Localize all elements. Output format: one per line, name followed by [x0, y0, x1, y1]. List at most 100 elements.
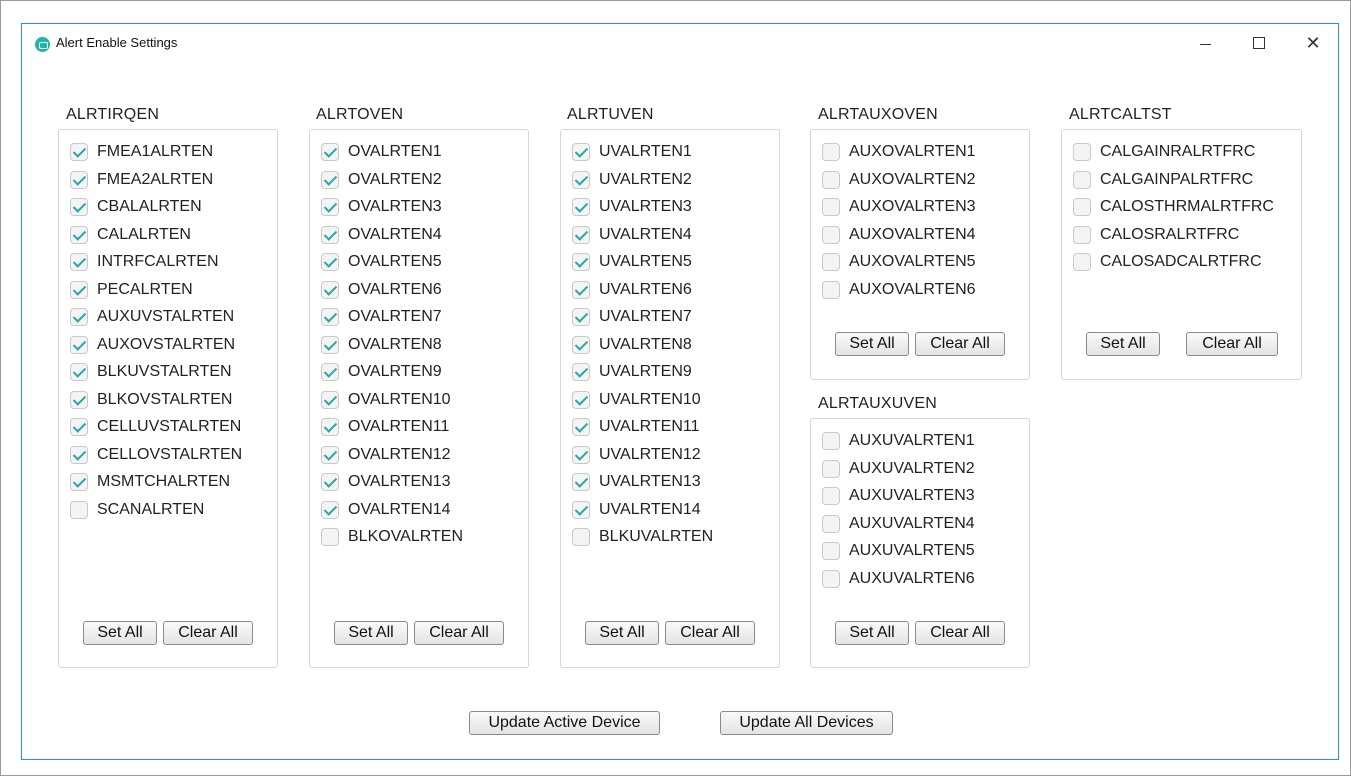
checkbox-item[interactable]: CALOSADCALRTFRC: [1073, 252, 1262, 272]
checkbox-checked-icon[interactable]: [572, 170, 590, 189]
checkbox-checked-icon[interactable]: [572, 335, 590, 354]
checkbox-checked-icon[interactable]: [70, 225, 88, 244]
checkbox-item[interactable]: OVALRTEN10: [321, 390, 451, 410]
checkbox-checked-icon[interactable]: [321, 335, 339, 354]
checkbox-item[interactable]: UVALRTEN9: [572, 362, 692, 382]
checkbox-checked-icon[interactable]: [70, 198, 88, 216]
maximize-button[interactable]: [1236, 24, 1282, 62]
close-button[interactable]: ✕: [1290, 24, 1336, 62]
checkbox-item[interactable]: AUXOVALRTEN4: [822, 225, 976, 245]
checkbox-item[interactable]: AUXUVALRTEN5: [822, 541, 975, 561]
checkbox-checked-icon[interactable]: [572, 445, 590, 464]
checkbox-item[interactable]: CBALALRTEN: [70, 197, 202, 217]
alrtauxuven-set-all-button[interactable]: Set All: [835, 621, 909, 645]
checkbox-checked-icon[interactable]: [572, 253, 590, 271]
alrtcaltst-clear-all-button[interactable]: Clear All: [1186, 332, 1278, 356]
checkbox-item[interactable]: AUXOVALRTEN5: [822, 252, 976, 272]
checkbox-item[interactable]: UVALRTEN6: [572, 280, 692, 300]
checkbox-checked-icon[interactable]: [70, 335, 88, 354]
checkbox-unchecked-icon[interactable]: [1073, 225, 1091, 244]
checkbox-item[interactable]: AUXUVALRTEN4: [822, 514, 975, 534]
checkbox-item[interactable]: AUXOVALRTEN2: [822, 170, 976, 190]
alrtoven-clear-all-button[interactable]: Clear All: [414, 621, 504, 645]
checkbox-checked-icon[interactable]: [321, 473, 339, 491]
checkbox-checked-icon[interactable]: [70, 170, 88, 189]
alrtauxuven-clear-all-button[interactable]: Clear All: [915, 621, 1005, 645]
checkbox-item[interactable]: UVALRTEN11: [572, 417, 699, 437]
checkbox-unchecked-icon[interactable]: [1073, 253, 1091, 271]
checkbox-item[interactable]: UVALRTEN8: [572, 335, 692, 355]
alrtuven-set-all-button[interactable]: Set All: [585, 621, 659, 645]
checkbox-item[interactable]: OVALRTEN12: [321, 445, 451, 465]
checkbox-unchecked-icon[interactable]: [822, 143, 840, 161]
checkbox-unchecked-icon[interactable]: [822, 280, 840, 299]
checkbox-checked-icon[interactable]: [321, 225, 339, 244]
checkbox-item[interactable]: BLKUVALRTEN: [572, 527, 713, 547]
checkbox-checked-icon[interactable]: [321, 280, 339, 299]
minimize-button[interactable]: [1182, 24, 1228, 62]
checkbox-checked-icon[interactable]: [572, 198, 590, 216]
checkbox-item[interactable]: CALOSRALRTFRC: [1073, 225, 1239, 245]
alrtirqen-clear-all-button[interactable]: Clear All: [163, 621, 253, 645]
checkbox-item[interactable]: BLKOVSTALRTEN: [70, 390, 232, 410]
checkbox-checked-icon[interactable]: [321, 445, 339, 464]
checkbox-checked-icon[interactable]: [70, 308, 88, 326]
checkbox-checked-icon[interactable]: [70, 253, 88, 271]
checkbox-item[interactable]: UVALRTEN12: [572, 445, 701, 465]
alrtauxoven-clear-all-button[interactable]: Clear All: [915, 332, 1005, 356]
checkbox-item[interactable]: AUXUVALRTEN6: [822, 569, 975, 589]
update-active-device-button[interactable]: Update Active Device: [469, 711, 660, 735]
checkbox-item[interactable]: UVALRTEN1: [572, 142, 692, 162]
checkbox-item[interactable]: OVALRTEN11: [321, 417, 449, 437]
checkbox-checked-icon[interactable]: [321, 390, 339, 409]
checkbox-item[interactable]: OVALRTEN2: [321, 170, 442, 190]
checkbox-checked-icon[interactable]: [572, 363, 590, 381]
checkbox-checked-icon[interactable]: [70, 143, 88, 161]
checkbox-item[interactable]: UVALRTEN13: [572, 472, 701, 492]
checkbox-item[interactable]: PECALRTEN: [70, 280, 193, 300]
checkbox-item[interactable]: OVALRTEN14: [321, 500, 451, 520]
checkbox-checked-icon[interactable]: [572, 473, 590, 491]
checkbox-checked-icon[interactable]: [70, 280, 88, 299]
checkbox-item[interactable]: CALOSTHRMALRTFRC: [1073, 197, 1274, 217]
checkbox-item[interactable]: SCANALRTEN: [70, 500, 204, 520]
checkbox-item[interactable]: UVALRTEN10: [572, 390, 701, 410]
checkbox-item[interactable]: AUXUVALRTEN1: [822, 431, 975, 451]
checkbox-item[interactable]: CALALRTEN: [70, 225, 191, 245]
checkbox-checked-icon[interactable]: [70, 363, 88, 381]
checkbox-unchecked-icon[interactable]: [822, 542, 840, 560]
checkbox-item[interactable]: CALGAINPALRTFRC: [1073, 170, 1253, 190]
checkbox-checked-icon[interactable]: [572, 390, 590, 409]
checkbox-item[interactable]: AUXOVSTALRTEN: [70, 335, 235, 355]
checkbox-checked-icon[interactable]: [321, 253, 339, 271]
checkbox-item[interactable]: UVALRTEN3: [572, 197, 692, 217]
checkbox-item[interactable]: OVALRTEN3: [321, 197, 442, 217]
checkbox-item[interactable]: AUXOVALRTEN6: [822, 280, 976, 300]
checkbox-checked-icon[interactable]: [572, 143, 590, 161]
checkbox-item[interactable]: CELLOVSTALRTEN: [70, 445, 242, 465]
checkbox-item[interactable]: UVALRTEN5: [572, 252, 692, 272]
alrtoven-set-all-button[interactable]: Set All: [334, 621, 408, 645]
checkbox-item[interactable]: OVALRTEN9: [321, 362, 442, 382]
checkbox-item[interactable]: FMEA1ALRTEN: [70, 142, 213, 162]
checkbox-item[interactable]: OVALRTEN7: [321, 307, 442, 327]
checkbox-checked-icon[interactable]: [321, 170, 339, 189]
checkbox-checked-icon[interactable]: [321, 500, 339, 519]
checkbox-item[interactable]: OVALRTEN8: [321, 335, 442, 355]
checkbox-item[interactable]: CELLUVSTALRTEN: [70, 417, 241, 437]
checkbox-checked-icon[interactable]: [572, 225, 590, 244]
checkbox-item[interactable]: FMEA2ALRTEN: [70, 170, 213, 190]
checkbox-checked-icon[interactable]: [321, 363, 339, 381]
checkbox-checked-icon[interactable]: [572, 280, 590, 299]
checkbox-unchecked-icon[interactable]: [1073, 143, 1091, 161]
checkbox-item[interactable]: MSMTCHALRTEN: [70, 472, 230, 492]
checkbox-item[interactable]: INTRFCALRTEN: [70, 252, 219, 272]
checkbox-item[interactable]: CALGAINRALRTFRC: [1073, 142, 1255, 162]
alrtauxoven-set-all-button[interactable]: Set All: [835, 332, 909, 356]
checkbox-unchecked-icon[interactable]: [70, 500, 88, 519]
checkbox-item[interactable]: AUXOVALRTEN1: [822, 142, 976, 162]
checkbox-unchecked-icon[interactable]: [822, 487, 840, 505]
checkbox-item[interactable]: AUXOVALRTEN3: [822, 197, 976, 217]
checkbox-item[interactable]: UVALRTEN7: [572, 307, 692, 327]
checkbox-checked-icon[interactable]: [572, 308, 590, 326]
